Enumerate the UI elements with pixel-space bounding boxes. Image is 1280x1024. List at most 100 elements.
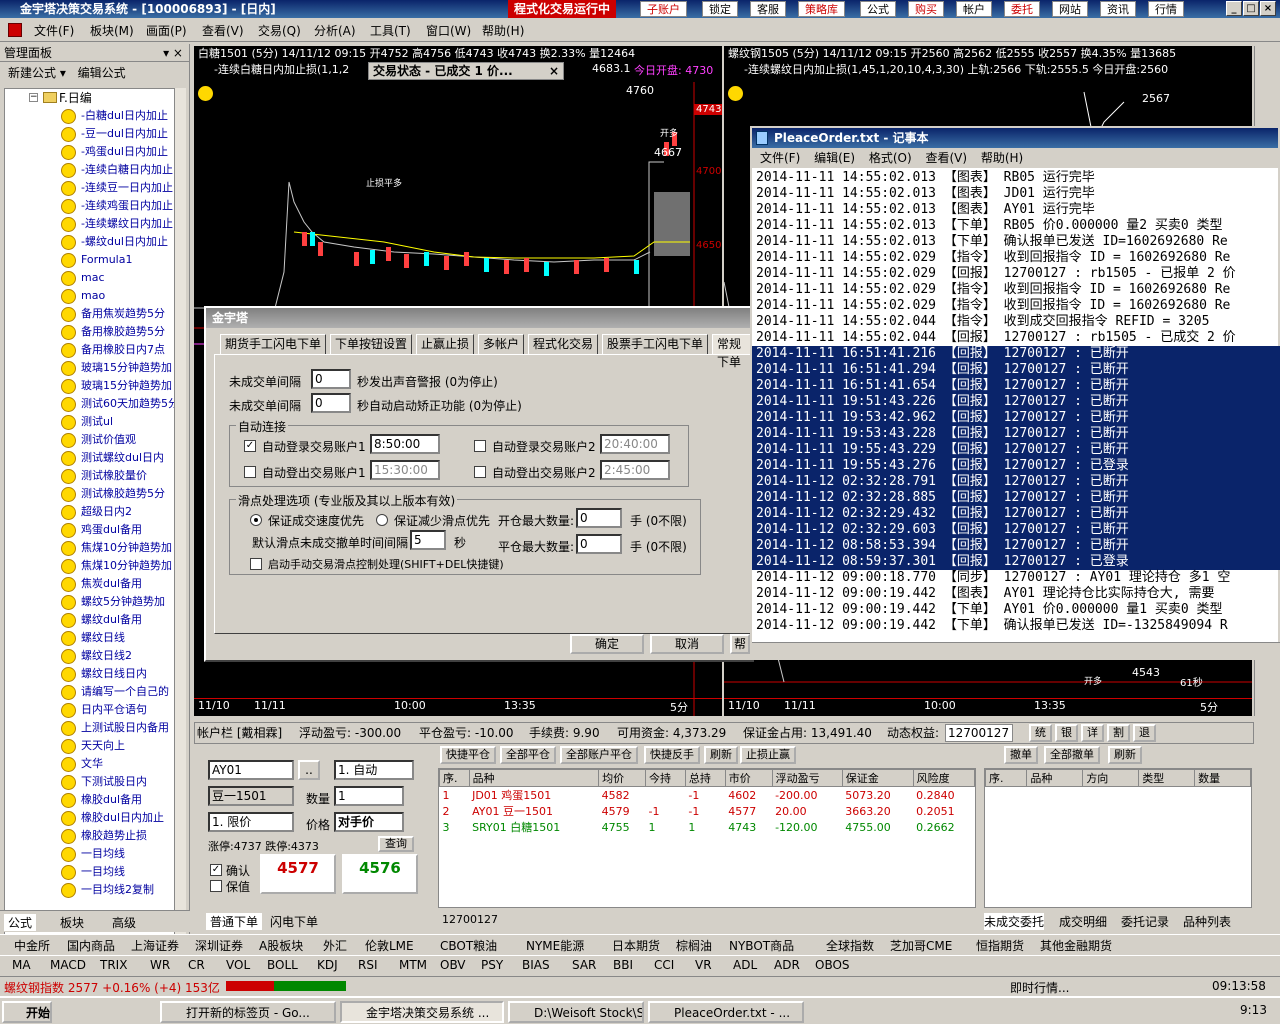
market-tab[interactable]: 中金所 bbox=[14, 937, 50, 954]
menu-item[interactable]: 板块(M) bbox=[90, 22, 134, 39]
market-tab[interactable]: 恒指期货 bbox=[976, 937, 1024, 954]
position-action-button[interactable]: 全部平仓 bbox=[500, 746, 556, 764]
market-tab[interactable]: 其他金融期货 bbox=[1040, 937, 1112, 954]
indicator-button[interactable]: SAR bbox=[572, 958, 596, 972]
task-notepad[interactable]: PleaceOrder.txt - ... bbox=[648, 1001, 804, 1023]
minimize-button[interactable]: _ bbox=[1226, 1, 1242, 16]
position-action-button[interactable]: 止损止赢 bbox=[740, 746, 796, 764]
tab-normal-order[interactable]: 普通下单 bbox=[206, 913, 263, 930]
column-header[interactable]: 浮动盈亏 bbox=[771, 769, 843, 787]
close-button[interactable]: × bbox=[1260, 1, 1276, 16]
tree-item[interactable]: 测试螺纹dul日内 bbox=[5, 449, 185, 467]
menu-item[interactable]: 分析(A) bbox=[314, 22, 356, 39]
tree-item[interactable]: 螺纹5分钟趋势加 bbox=[5, 593, 185, 611]
auto-logout2-checkbox[interactable] bbox=[474, 466, 486, 478]
hedge-checkbox[interactable] bbox=[210, 880, 222, 892]
top-button[interactable]: 购买 bbox=[908, 1, 944, 17]
orders-tab[interactable]: 品种列表 bbox=[1183, 913, 1231, 930]
indicator-button[interactable]: MTM bbox=[399, 958, 427, 972]
account-mini-button[interactable]: 割 bbox=[1107, 724, 1130, 742]
tree-item[interactable]: 备用橡胶趋势5分 bbox=[5, 323, 185, 341]
top-button[interactable]: 行情 bbox=[1148, 1, 1184, 17]
tree-item[interactable]: 橡胶dul日内加止 bbox=[5, 809, 185, 827]
account-mini-button[interactable]: 银 bbox=[1055, 724, 1078, 742]
task-trading-app[interactable]: 金宇塔决策交易系统 ... bbox=[340, 1001, 504, 1023]
tree-item[interactable]: 焦煤10分钟趋势加 bbox=[5, 539, 185, 557]
tree-item[interactable]: 备用焦炭趋势5分 bbox=[5, 305, 185, 323]
tree-item[interactable]: -螺纹dul日内加止 bbox=[5, 233, 185, 251]
table-row[interactable]: 2 AY01 豆一1501 4579 -1 -1 4577 20.00 3663.20 0.20… bbox=[440, 803, 975, 819]
account-mini-button[interactable]: 统 bbox=[1029, 724, 1052, 742]
market-tab[interactable]: 棕榈油 bbox=[676, 937, 712, 954]
tree-item[interactable]: 测试橡胶趋势5分 bbox=[5, 485, 185, 503]
collapse-icon[interactable]: − bbox=[29, 93, 38, 102]
position-action-button[interactable]: 全部账户平仓 bbox=[560, 746, 638, 764]
dialog-tab[interactable]: 常规下单 bbox=[712, 334, 752, 369]
tree-scrollbar[interactable] bbox=[174, 88, 186, 948]
indicator-button[interactable]: BIAS bbox=[522, 958, 550, 972]
cancel-button[interactable]: 取消 bbox=[650, 634, 724, 654]
market-tab[interactable]: CBOT粮油 bbox=[440, 937, 497, 954]
tree-item[interactable]: 测试60天加趋势5分 bbox=[5, 395, 185, 413]
column-header[interactable]: 总持 bbox=[684, 769, 726, 787]
position-action-button[interactable]: 快捷反手 bbox=[644, 746, 700, 764]
tree-item[interactable]: 螺纹日线 bbox=[5, 629, 185, 647]
orders-tab[interactable]: 委托记录 bbox=[1121, 913, 1169, 930]
column-header[interactable]: 均价 bbox=[598, 769, 646, 787]
maximize-button[interactable]: □ bbox=[1243, 1, 1259, 16]
tree-item[interactable]: 下测试股日内 bbox=[5, 773, 185, 791]
column-header[interactable]: 品种 bbox=[468, 769, 600, 787]
dialog-tab[interactable]: 期货手工闪电下单 bbox=[220, 334, 327, 354]
tree-item[interactable]: 文华 bbox=[5, 755, 185, 773]
open-max-input[interactable]: 0 bbox=[576, 508, 622, 528]
market-tab[interactable]: NYME能源 bbox=[526, 937, 584, 954]
order-action-button[interactable]: 刷新 bbox=[1108, 746, 1142, 764]
position-action-button[interactable]: 快捷平仓 bbox=[440, 746, 496, 764]
tab-account[interactable]: 12700127 bbox=[442, 913, 498, 926]
logout2-time-input[interactable]: 2:45:00 bbox=[600, 460, 670, 480]
dialog-tab[interactable]: 止赢止损 bbox=[416, 334, 475, 354]
indicator-button[interactable]: BOLL bbox=[267, 958, 298, 972]
order-action-button[interactable]: 撤单 bbox=[1004, 746, 1038, 764]
column-header[interactable]: 序. bbox=[984, 769, 1028, 787]
market-tab[interactable]: NYBOT商品 bbox=[729, 937, 794, 954]
tree-item[interactable]: 玻璃15分钟趋势加 bbox=[5, 377, 185, 395]
top-button[interactable]: 资讯 bbox=[1100, 1, 1136, 17]
tree-item[interactable]: 一目均线2复制 bbox=[5, 881, 185, 899]
mode-select[interactable]: 1. 自动 bbox=[334, 760, 414, 780]
auto-logout1-checkbox[interactable] bbox=[244, 466, 256, 478]
market-tab[interactable]: 外汇 bbox=[323, 937, 347, 954]
column-header[interactable]: 品种 bbox=[1026, 769, 1084, 787]
tree-item[interactable]: -连续鸡蛋日内加止 bbox=[5, 197, 185, 215]
tree-item[interactable]: 超级日内2 bbox=[5, 503, 185, 521]
tree-item[interactable]: -连续白糖日内加止 bbox=[5, 161, 185, 179]
horizontal-scrollbar[interactable] bbox=[752, 642, 1280, 658]
tab-sector[interactable]: 板块 bbox=[60, 914, 84, 931]
alert-interval-input[interactable]: 0 bbox=[311, 369, 351, 389]
indicator-button[interactable]: OBOS bbox=[815, 958, 850, 972]
column-header[interactable]: 风险度 bbox=[912, 769, 976, 787]
top-button[interactable]: 网站 bbox=[1052, 1, 1088, 17]
indicator-button[interactable]: ADR bbox=[774, 958, 800, 972]
market-tab[interactable]: 深圳证券 bbox=[195, 937, 243, 954]
column-header[interactable]: 序. bbox=[439, 769, 470, 787]
tree-item[interactable]: mao bbox=[5, 287, 185, 305]
account-mini-button[interactable]: 详 bbox=[1081, 724, 1104, 742]
tree-item[interactable]: 天天向上 bbox=[5, 737, 185, 755]
tree-item[interactable]: 橡胶趋势止损 bbox=[5, 827, 185, 845]
symbol-input[interactable]: AY01 bbox=[208, 760, 294, 780]
start-button[interactable]: 开始 bbox=[2, 1001, 52, 1023]
close-icon[interactable]: ▾ × bbox=[163, 44, 183, 62]
realtime-quotes[interactable]: 即时行情... bbox=[1010, 979, 1069, 996]
tree-item[interactable]: 日内平仓语句 bbox=[5, 701, 185, 719]
price-input[interactable]: 对手价 bbox=[334, 812, 404, 832]
trade-status-toast[interactable]: 交易状态 - 已成交 1 价... × bbox=[368, 62, 564, 80]
tree-item[interactable]: 鸡蛋dul备用 bbox=[5, 521, 185, 539]
auto-login1-checkbox[interactable]: ✓ bbox=[244, 440, 256, 452]
tree-item[interactable]: 焦炭dul备用 bbox=[5, 575, 185, 593]
tree-item[interactable]: 螺纹日线日内 bbox=[5, 665, 185, 683]
table-row[interactable]: 1 JD01 鸡蛋1501 4582 -1 4602 -200.00 5073.20 0.28… bbox=[440, 787, 975, 804]
indicator-button[interactable]: CCI bbox=[654, 958, 674, 972]
tab-formula[interactable]: 公式 bbox=[4, 914, 37, 931]
tree-item[interactable]: 螺纹日线2 bbox=[5, 647, 185, 665]
